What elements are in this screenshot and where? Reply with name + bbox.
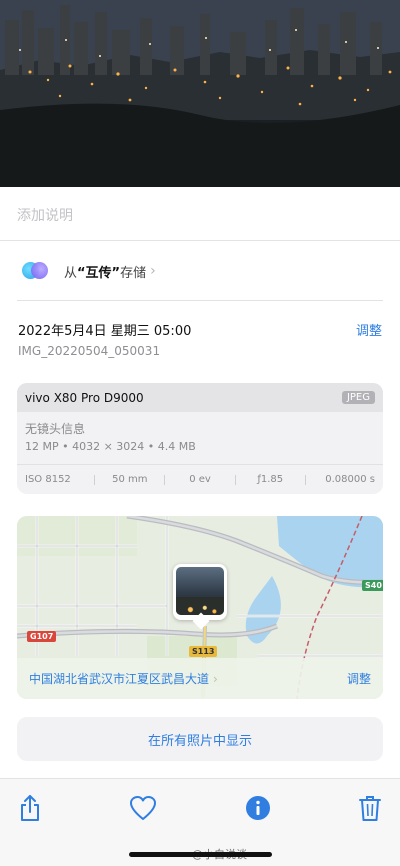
exif-shutter: 0.08000 s: [325, 474, 376, 485]
location-map[interactable]: G107 S113 S40 中国湖北省武汉市江夏区武昌大道 › 调整: [17, 516, 383, 699]
show-in-all-photos-button[interactable]: 在所有照片中显示: [17, 717, 383, 761]
info-icon: [246, 796, 270, 820]
road-badge-s40: S40: [362, 580, 383, 591]
camera-header: vivo X80 Pro D9000 JPEG: [17, 383, 383, 412]
road-badge-g107: G107: [27, 631, 57, 642]
photo-filename: IMG_20220504_050031: [18, 344, 161, 358]
share-button[interactable]: [16, 793, 44, 823]
camera-info-card: vivo X80 Pro D9000 JPEG 无镜头信息 12 MP • 40…: [17, 383, 383, 494]
photo-location-pin[interactable]: [173, 564, 227, 630]
location-bar: 中国湖北省武汉市江夏区武昌大道 › 调整: [17, 658, 383, 699]
trash-icon: [359, 796, 381, 821]
caption-divider: [0, 240, 400, 241]
info-button[interactable]: [244, 793, 272, 823]
chevron-right-icon: ›: [150, 263, 156, 279]
adjust-datetime-button[interactable]: 调整: [356, 320, 382, 339]
shared-circles-icon: [20, 261, 48, 281]
photo-datetime: 2022年5月4日 星期三 05:00: [18, 324, 192, 339]
caption-field[interactable]: 添加说明: [17, 205, 73, 225]
adjust-location-button[interactable]: 调整: [347, 670, 371, 687]
chevron-right-icon: ›: [213, 672, 218, 686]
exif-focal-length: 50 mm: [112, 474, 148, 485]
heart-icon: [130, 796, 156, 820]
pin-thumbnail: [176, 567, 224, 615]
lens-info: 无镜头信息: [25, 422, 86, 436]
exif-iso: ISO 8152: [25, 474, 71, 485]
format-badge: JPEG: [341, 391, 375, 404]
shared-from-row[interactable]: 从“互传”存储 ›: [20, 259, 156, 283]
favorite-button[interactable]: [129, 793, 157, 823]
image-specs: 12 MP • 4032 × 3024 • 4.4 MB: [25, 440, 196, 453]
photo-preview[interactable]: [0, 0, 400, 187]
camera-model: vivo X80 Pro D9000: [25, 390, 144, 405]
exif-exposure: 0 ev: [189, 474, 211, 485]
exif-aperture: ƒ1.85: [257, 474, 284, 485]
road-badge-s113: S113: [189, 646, 218, 657]
exif-row: ISO 8152 50 mm 0 ev ƒ1.85 0.08000 s: [17, 465, 383, 494]
delete-button[interactable]: [356, 793, 384, 823]
location-link[interactable]: 中国湖北省武汉市江夏区武昌大道 ›: [29, 670, 218, 687]
home-indicator[interactable]: [129, 852, 272, 857]
share-icon: [21, 795, 39, 821]
shared-from-label: 从“互传”存储: [64, 265, 147, 281]
share-divider: [17, 300, 383, 301]
